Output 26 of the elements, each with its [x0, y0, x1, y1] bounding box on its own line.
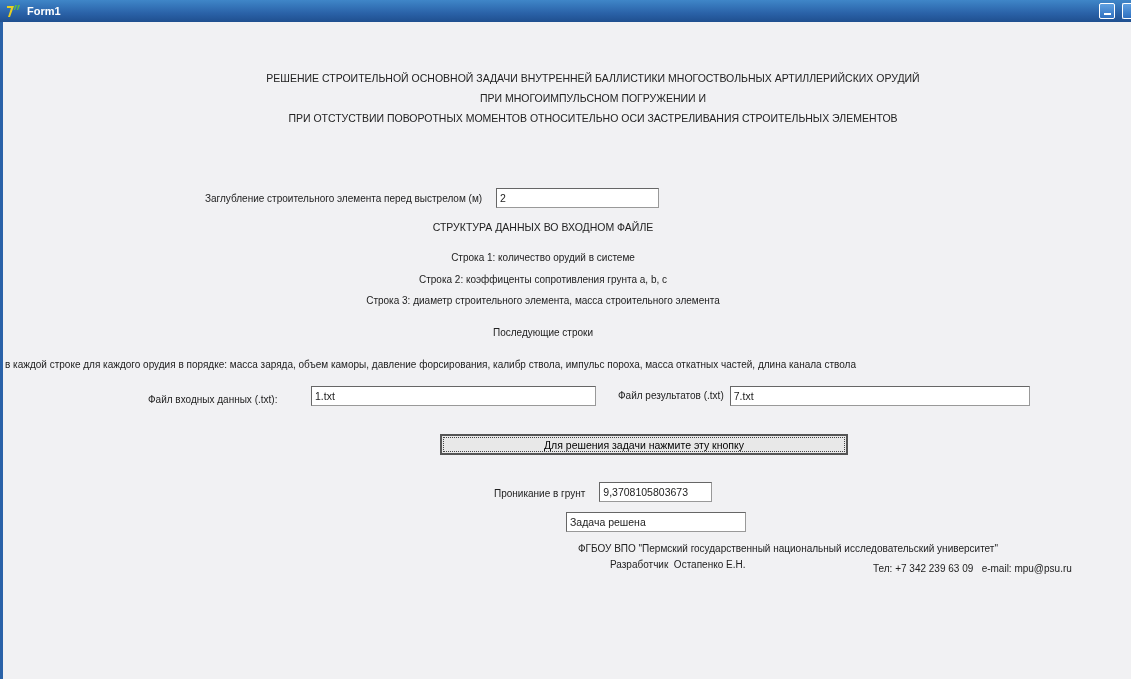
structure-detail: в каждой строке для каждого орудия в порядке: масса заряда, объем каморы, давление форсирования, калибр ствола, импульс пороха, масса откатных частей, длина канала ствола	[5, 359, 856, 370]
depth-field[interactable]: 2	[496, 188, 660, 208]
heading-text: ПРИ ОТСТУСТВИИ ПОВОРОТНЫХ МОМЕНТОВ ОТНОСИТЕЛЬНО ОСИ ЗАСТРЕЛИВАНИЯ СТРОИТЕЛЬНЫХ ЭЛЕМЕНТОВ	[288, 111, 898, 124]
status-field[interactable]: Задача решена	[566, 512, 746, 532]
contact-text: Тел: +7 342 239 63 09 e-mail: mpu@psu.ru	[873, 561, 1072, 574]
structure-line: Строка 3: диаметр строительного элемента, масса строительного элемента	[366, 295, 720, 307]
structure-subtitle: Последующие строки	[492, 327, 594, 338]
depth-label: Заглубление строительного элемента перед выстрелом (м)	[205, 192, 483, 204]
window-title: Form1	[27, 5, 61, 17]
solve-button[interactable]: Для решения задачи нажмите эту кнопку	[440, 434, 848, 455]
penetration-label: Проникание в грунт	[494, 487, 586, 499]
heading-text: РЕШЕНИЕ СТРОИТЕЛЬНОЙ ОСНОВНОЙ ЗАДАЧИ ВНУТРЕННЕЙ БАЛЛИСТИКИ МНОГОСТВОЛЬНЫХ АРТИЛЛЕРИЙСКИХ ОРУДИЙ	[266, 71, 920, 84]
developer-text: Разработчик Остапенко Е.Н.	[610, 558, 747, 570]
output-file-field[interactable]: 7.txt	[729, 385, 1030, 406]
input-file-field[interactable]: 1.txt	[311, 385, 596, 406]
maximize-button[interactable]	[1122, 3, 1131, 19]
penetration-field[interactable]: 9,3708105803673	[599, 481, 713, 502]
app-logo-icon	[6, 4, 22, 18]
output-file-label: Файл результатов (.txt)	[618, 390, 724, 401]
input-file-label: Файл входных данных (.txt):	[148, 393, 279, 405]
structure-line: Строка 2: коэффиценты сопротивления грунта a, b, c	[419, 273, 667, 285]
organization-text: ФГБОУ ВПО "Пермский государственный национальный исследовательский университет"	[578, 543, 998, 554]
structure-title: СТРУКТУРА ДАННЫХ ВО ВХОДНОМ ФАЙЛЕ	[432, 221, 654, 233]
heading-text: ПРИ МНОГОИМПУЛЬСНОМ ПОГРУЖЕНИИ И	[479, 91, 707, 104]
minimize-button[interactable]	[1099, 3, 1115, 19]
structure-line: Строка 1: количество орудий в системе	[451, 252, 635, 264]
